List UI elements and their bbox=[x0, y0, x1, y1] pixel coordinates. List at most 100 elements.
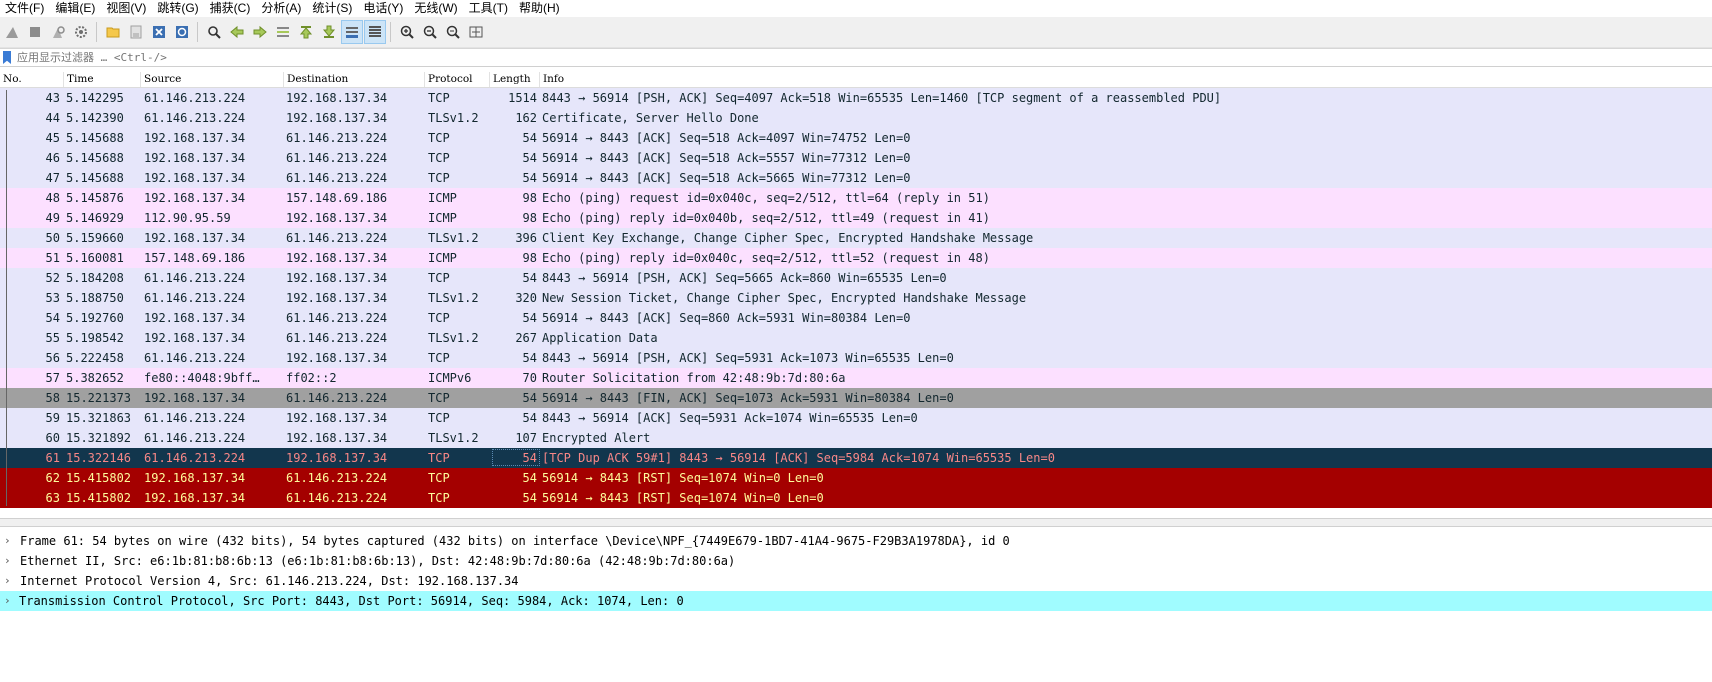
packet-row[interactable]: 46 5.145688 192.168.137.34 61.146.213.224 TC… bbox=[0, 148, 1712, 168]
zoom-reset-icon[interactable] bbox=[443, 21, 463, 43]
menu-view[interactable]: 视图(V) bbox=[101, 0, 152, 17]
find-icon[interactable] bbox=[204, 21, 224, 43]
packet-no: 48 bbox=[45, 191, 60, 205]
menu-edit[interactable]: 编辑(E) bbox=[50, 0, 101, 17]
column-header-protocol[interactable]: Protocol bbox=[425, 72, 490, 87]
packet-source: 192.168.137.34 bbox=[144, 151, 246, 165]
bookmark-icon[interactable] bbox=[3, 51, 11, 64]
column-header-info[interactable]: Info bbox=[540, 72, 1712, 87]
packet-protocol: TCP bbox=[428, 471, 450, 485]
go-to-packet-icon[interactable] bbox=[273, 21, 293, 43]
packet-row[interactable]: 63 15.415802 192.168.137.34 61.146.213.224 T… bbox=[0, 488, 1712, 508]
packet-protocol: TCP bbox=[428, 171, 450, 185]
shark-fin-start-icon[interactable] bbox=[2, 21, 22, 43]
stop-icon[interactable] bbox=[25, 21, 45, 43]
column-header-source[interactable]: Source bbox=[141, 72, 284, 87]
menu-capture[interactable]: 捕获(C) bbox=[205, 0, 257, 17]
packet-row[interactable]: 50 5.159660 192.168.137.34 61.146.213.224 TL… bbox=[0, 228, 1712, 248]
packet-no: 50 bbox=[45, 231, 60, 245]
packet-source: 157.148.69.186 bbox=[144, 251, 246, 265]
detail-text: Internet Protocol Version 4, Src: 61.146… bbox=[20, 574, 519, 588]
packet-destination: 157.148.69.186 bbox=[286, 191, 388, 205]
packet-destination: 192.168.137.34 bbox=[286, 451, 388, 465]
close-file-icon[interactable] bbox=[149, 21, 169, 43]
packet-protocol: TCP bbox=[428, 151, 450, 165]
packet-source: fe80::4048:9bff… bbox=[144, 371, 260, 385]
packet-row[interactable]: 53 5.188750 61.146.213.224 192.168.137.34 TL… bbox=[0, 288, 1712, 308]
options-gear-icon[interactable] bbox=[71, 21, 91, 43]
restart-icon[interactable] bbox=[48, 21, 68, 43]
packet-length: 162 bbox=[515, 111, 537, 125]
colorize-icon[interactable] bbox=[364, 20, 386, 44]
menu-analyze[interactable]: 分析(A) bbox=[256, 0, 307, 17]
column-header-time[interactable]: Time bbox=[64, 72, 141, 87]
pane-splitter[interactable] bbox=[0, 518, 1712, 527]
menu-go[interactable]: 跳转(G) bbox=[152, 0, 204, 17]
packet-destination: 61.146.213.224 bbox=[286, 391, 388, 405]
column-header-destination[interactable]: Destination bbox=[284, 72, 425, 87]
packet-row[interactable]: 59 15.321863 61.146.213.224 192.168.137.34 T… bbox=[0, 408, 1712, 428]
packet-info: 8443 → 56914 [PSH, ACK] Seq=5931 Ack=107… bbox=[542, 351, 954, 365]
first-packet-icon[interactable] bbox=[296, 21, 316, 43]
toolbar-separator bbox=[197, 22, 198, 42]
packet-source: 61.146.213.224 bbox=[144, 351, 246, 365]
chevron-right-icon[interactable]: › bbox=[4, 571, 14, 591]
packet-row[interactable]: 58 15.221373 192.168.137.34 61.146.213.224 T… bbox=[0, 388, 1712, 408]
menu-help[interactable]: 帮助(H) bbox=[514, 0, 566, 17]
display-filter-input[interactable] bbox=[17, 49, 1712, 66]
packet-row[interactable]: 44 5.142390 61.146.213.224 192.168.137.34 TL… bbox=[0, 108, 1712, 128]
detail-text: Frame 61: 54 bytes on wire (432 bits), 5… bbox=[20, 534, 1010, 548]
chevron-right-icon[interactable]: › bbox=[4, 531, 14, 551]
packet-row[interactable]: 62 15.415802 192.168.137.34 61.146.213.224 T… bbox=[0, 468, 1712, 488]
zoom-out-icon[interactable] bbox=[420, 21, 440, 43]
packet-row[interactable]: 56 5.222458 61.146.213.224 192.168.137.34 TC… bbox=[0, 348, 1712, 368]
forward-arrow-icon[interactable] bbox=[250, 21, 270, 43]
packet-row[interactable]: 55 5.198542 192.168.137.34 61.146.213.224 TL… bbox=[0, 328, 1712, 348]
packet-row[interactable]: 49 5.146929 112.90.95.59 192.168.137.34 ICMP… bbox=[0, 208, 1712, 228]
packet-no: 54 bbox=[45, 311, 60, 325]
chevron-right-icon[interactable]: › bbox=[4, 551, 14, 571]
packet-source: 61.146.213.224 bbox=[144, 411, 246, 425]
menu-wireless[interactable]: 无线(W) bbox=[409, 0, 463, 17]
display-filter-bar bbox=[0, 48, 1712, 67]
menu-telephony[interactable]: 电话(Y) bbox=[358, 0, 409, 17]
resize-columns-icon[interactable] bbox=[466, 21, 486, 43]
packet-row[interactable]: 45 5.145688 192.168.137.34 61.146.213.224 TC… bbox=[0, 128, 1712, 148]
open-folder-icon[interactable] bbox=[103, 21, 123, 43]
last-packet-icon[interactable] bbox=[319, 21, 339, 43]
detail-tcp[interactable]: › Transmission Control Protocol, Src Por… bbox=[0, 591, 1712, 611]
packet-row[interactable]: 48 5.145876 192.168.137.34 157.148.69.186 IC… bbox=[0, 188, 1712, 208]
menu-statistics[interactable]: 统计(S) bbox=[307, 0, 358, 17]
packet-row[interactable]: 57 5.382652 fe80::4048:9bff… ff02::2 ICMPv6 7… bbox=[0, 368, 1712, 388]
zoom-in-icon[interactable] bbox=[397, 21, 417, 43]
packet-row[interactable]: 51 5.160081 157.148.69.186 192.168.137.34 IC… bbox=[0, 248, 1712, 268]
back-arrow-icon[interactable] bbox=[227, 21, 247, 43]
packet-destination: 61.146.213.224 bbox=[286, 311, 388, 325]
packet-row[interactable]: 60 15.321892 61.146.213.224 192.168.137.34 T… bbox=[0, 428, 1712, 448]
reload-icon[interactable] bbox=[172, 21, 192, 43]
packet-info: 8443 → 56914 [PSH, ACK] Seq=5665 Ack=860… bbox=[542, 271, 947, 285]
column-header-length[interactable]: Length bbox=[490, 72, 540, 87]
packet-row[interactable]: 61 15.322146 61.146.213.224 192.168.137.34 T… bbox=[0, 448, 1712, 468]
packet-no: 61 bbox=[45, 451, 60, 465]
detail-ethernet[interactable]: › Ethernet II, Src: e6:1b:81:b8:6b:13 (e… bbox=[0, 551, 1712, 571]
packet-protocol: TCP bbox=[428, 411, 450, 425]
packet-destination: 192.168.137.34 bbox=[286, 91, 388, 105]
packet-length: 98 bbox=[522, 251, 537, 265]
packet-row[interactable]: 47 5.145688 192.168.137.34 61.146.213.224 TC… bbox=[0, 168, 1712, 188]
packet-protocol: ICMP bbox=[428, 251, 457, 265]
packet-row[interactable]: 43 5.142295 61.146.213.224 192.168.137.34 TC… bbox=[0, 88, 1712, 108]
detail-frame[interactable]: › Frame 61: 54 bytes on wire (432 bits),… bbox=[0, 531, 1712, 551]
save-file-icon[interactable] bbox=[126, 21, 146, 43]
packet-time: 5.192760 bbox=[66, 311, 124, 325]
packet-row[interactable]: 54 5.192760 192.168.137.34 61.146.213.224 TC… bbox=[0, 308, 1712, 328]
packet-length: 54 bbox=[522, 411, 537, 425]
menu-file[interactable]: 文件(F) bbox=[0, 0, 50, 17]
autoscroll-icon[interactable] bbox=[341, 20, 363, 44]
chevron-right-icon[interactable]: › bbox=[4, 591, 14, 611]
packet-row[interactable]: 52 5.184208 61.146.213.224 192.168.137.34 TC… bbox=[0, 268, 1712, 288]
detail-ipv4[interactable]: › Internet Protocol Version 4, Src: 61.1… bbox=[0, 571, 1712, 591]
packet-length: 54 bbox=[522, 131, 537, 145]
column-header-no[interactable]: No. bbox=[0, 72, 64, 87]
menu-tools[interactable]: 工具(T) bbox=[464, 0, 514, 17]
